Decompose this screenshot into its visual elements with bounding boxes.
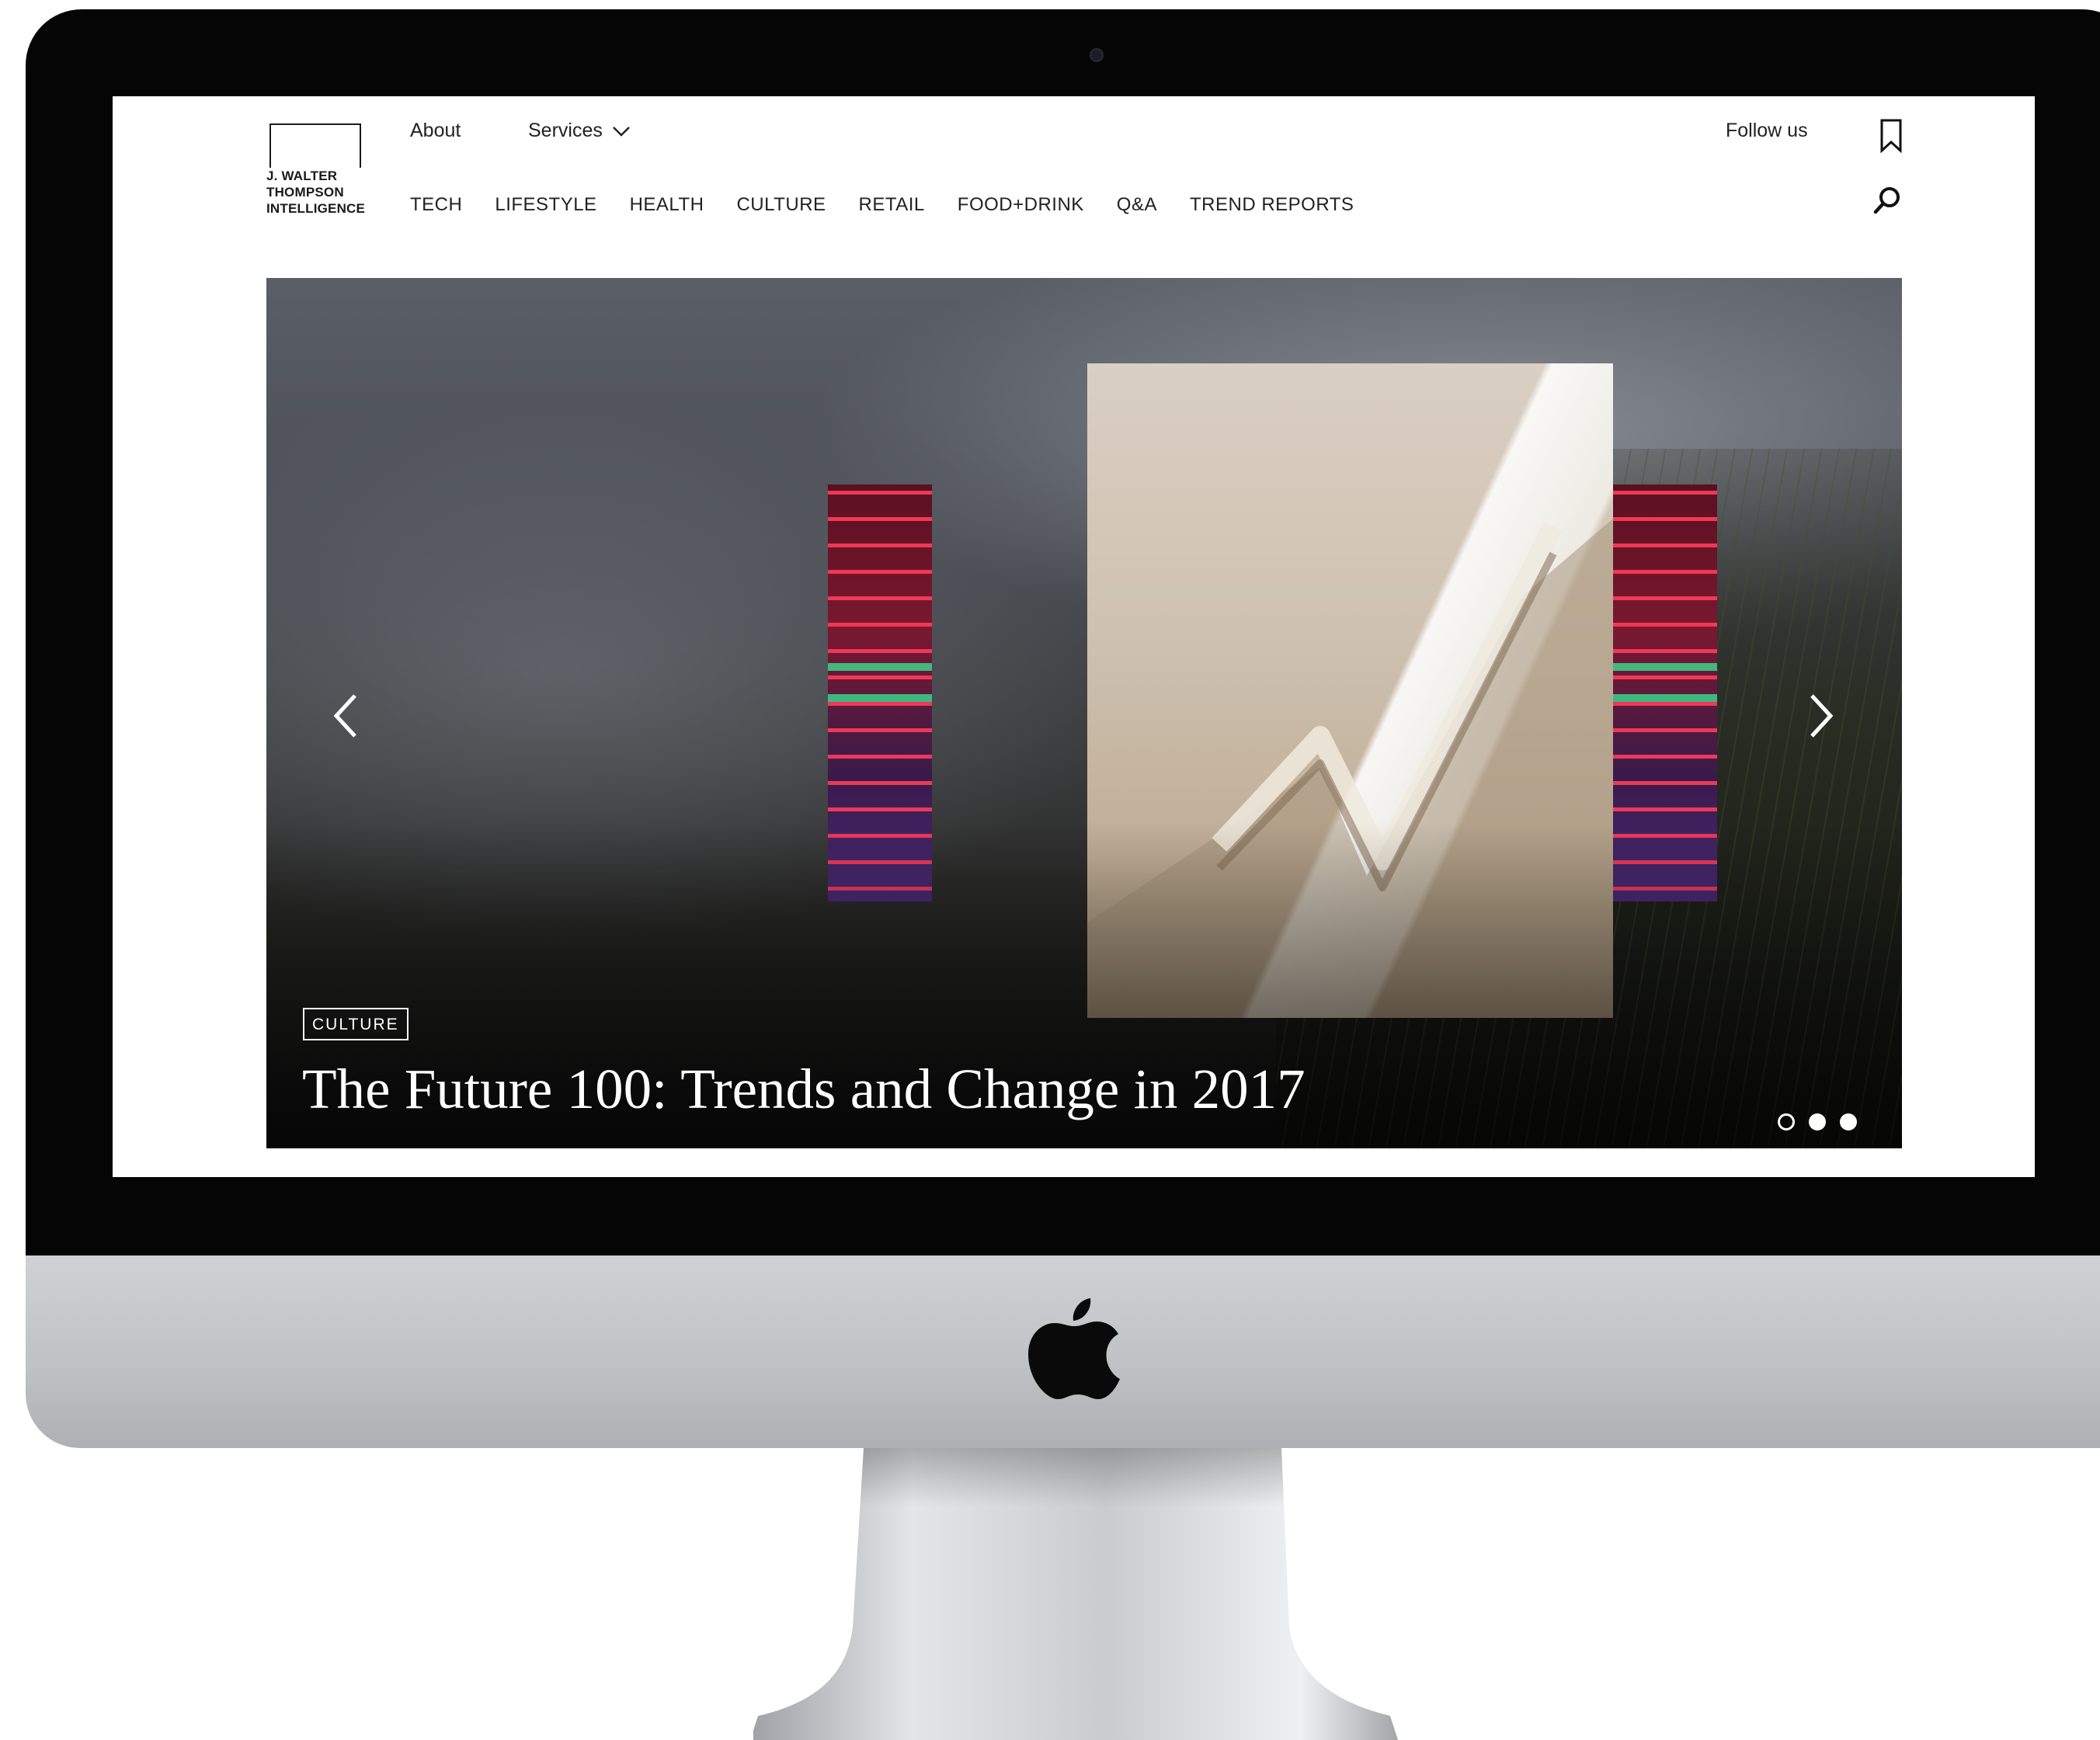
neon-stripe	[828, 663, 932, 671]
category-trend-reports[interactable]: TREND REPORTS	[1190, 194, 1354, 216]
bookmark-icon[interactable]	[1879, 119, 1903, 153]
category-tag[interactable]: CULTURE	[303, 1008, 409, 1040]
category-retail[interactable]: RETAIL	[859, 194, 925, 216]
neon-stripe	[828, 694, 932, 702]
search-icon[interactable]	[1872, 185, 1903, 216]
category-qa[interactable]: Q&A	[1117, 194, 1157, 216]
carousel-dot-1[interactable]	[1778, 1113, 1795, 1130]
nav-about[interactable]: About	[410, 120, 461, 142]
nav-services-label: Services	[528, 120, 603, 141]
category-nav: TECH LIFESTYLE HEALTH CULTURE RETAIL FOO…	[410, 194, 1386, 216]
camera-icon	[1090, 48, 1104, 62]
arrow-left-icon[interactable]	[329, 691, 363, 741]
hero-carousel[interactable]: CULTURE The Future 100: Trends and Chang…	[266, 278, 1902, 1148]
neon-stripe	[1613, 694, 1717, 702]
category-tech[interactable]: TECH	[410, 194, 462, 216]
category-culture[interactable]: CULTURE	[736, 194, 826, 216]
hero-headline[interactable]: The Future 100: Trends and Change in 201…	[302, 1054, 1312, 1124]
browser-screen: J. WALTER THOMPSON INTELLIGENCE About Se…	[113, 96, 2035, 1177]
carousel-pagination	[1778, 1113, 1857, 1130]
carousel-dot-2[interactable]	[1809, 1113, 1826, 1130]
chevron-down-icon	[612, 126, 630, 137]
imac-stand	[753, 1448, 1398, 1740]
category-lifestyle[interactable]: LIFESTYLE	[495, 194, 596, 216]
category-food-drink[interactable]: FOOD+DRINK	[958, 194, 1084, 216]
apple-logo-icon	[1028, 1298, 1120, 1399]
neon-stripe	[1613, 663, 1717, 671]
site-logo[interactable]: J. WALTER THOMPSON INTELLIGENCE	[265, 168, 394, 217]
category-health[interactable]: HEALTH	[630, 194, 704, 216]
follow-us-link[interactable]: Follow us	[1726, 120, 1808, 142]
carousel-dot-3[interactable]	[1840, 1113, 1857, 1130]
nav-services[interactable]: Services	[528, 120, 631, 142]
arrow-right-icon[interactable]	[1804, 691, 1838, 741]
